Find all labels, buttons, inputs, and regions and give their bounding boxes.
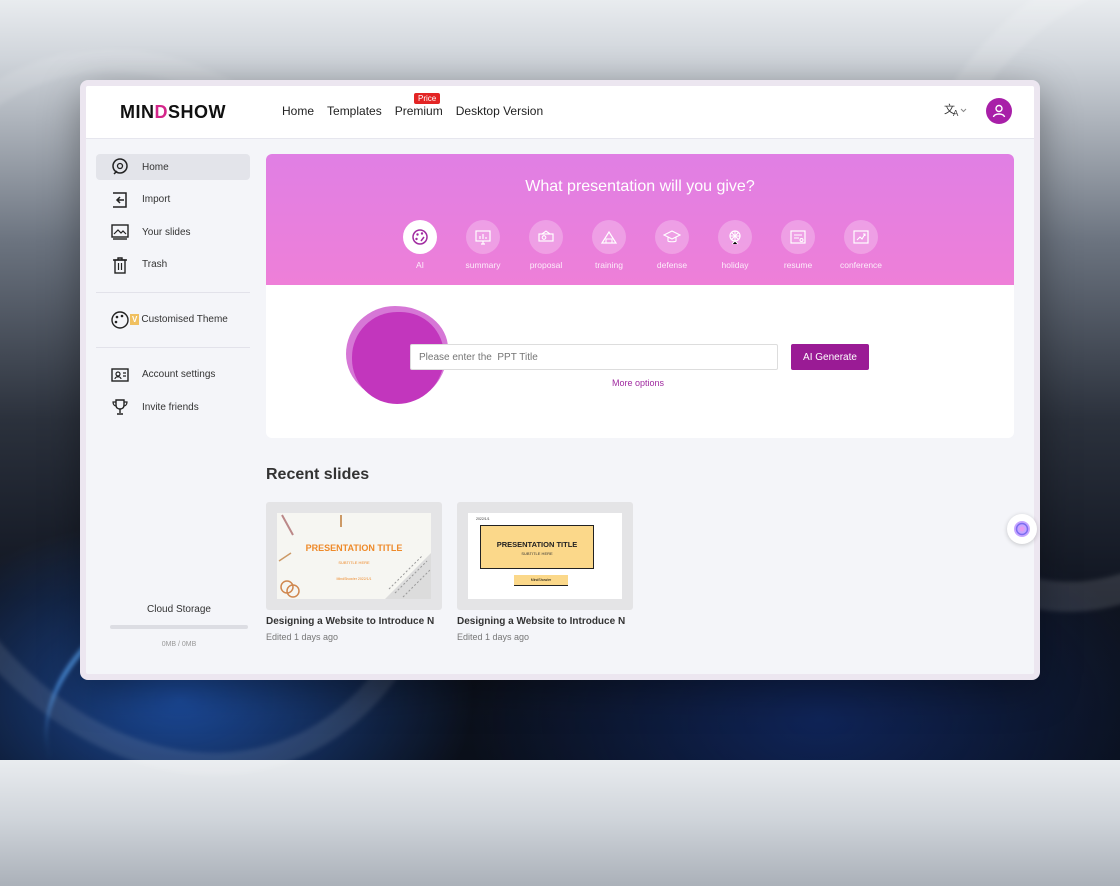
slide-name[interactable]: Designing a Website to Introduce N xyxy=(266,616,442,627)
sidebar-item-customised-theme[interactable]: V Customised Theme xyxy=(96,307,250,333)
category-training[interactable]: training xyxy=(591,220,627,270)
price-badge: Price xyxy=(414,93,441,104)
ppt-title-input[interactable] xyxy=(410,344,778,370)
hero-title: What presentation will you give? xyxy=(525,178,755,195)
sidebar-item-label: Account settings xyxy=(142,369,216,381)
sidebar-item-home[interactable]: Home xyxy=(96,154,250,180)
ai-generate-button[interactable]: AI Generate xyxy=(791,344,869,370)
assistant-button[interactable] xyxy=(1007,514,1037,544)
category-label: holiday xyxy=(721,260,749,270)
hero-banner: What presentation will you give? AI summ… xyxy=(266,154,1014,285)
slide-subtitle: SUBTITLE HERE xyxy=(521,551,553,556)
nav-premium[interactable]: Premium xyxy=(395,104,443,118)
sidebar-item-account-settings[interactable]: Account settings xyxy=(96,362,250,388)
recent-slides-title: Recent slides xyxy=(266,466,370,483)
sidebar-item-label: Your slides xyxy=(142,226,191,238)
logo-mark: D xyxy=(154,102,168,122)
slide-title: PRESENTATION TITLE xyxy=(305,543,403,553)
ai-generate-panel: What presentation will you give? AI summ… xyxy=(266,154,1014,438)
sidebar-item-label: Home xyxy=(142,161,169,173)
sidebar-item-import[interactable]: Import xyxy=(96,187,250,213)
category-holiday[interactable]: holiday xyxy=(717,220,753,270)
more-options-link[interactable]: More options xyxy=(612,378,664,388)
slide-footer: MindShow/er 2022/1/1 xyxy=(336,577,372,581)
training-icon xyxy=(600,230,618,244)
storage-progress-bar xyxy=(110,625,248,629)
summary-icon xyxy=(475,230,491,245)
nav-home[interactable]: Home xyxy=(282,104,314,118)
sidebar-item-label: Invite friends xyxy=(142,401,199,413)
sidebar-item-label: Trash xyxy=(142,259,168,271)
category-summary[interactable]: summary xyxy=(465,220,501,270)
graduation-cap-icon xyxy=(663,230,681,243)
sidebar-item-label: Customised Theme xyxy=(141,314,228,326)
slide-edited-time: Edited 1 days ago xyxy=(266,632,339,642)
app-window: MINDSHOW Home Templates Premium Desktop … xyxy=(80,80,1040,680)
slide-edited-time: Edited 1 days ago xyxy=(457,632,530,642)
slide-card[interactable]: 2022/1/1 PRESENTATION TITLE SUBTITLE HER… xyxy=(457,502,633,642)
slide-card[interactable]: PRESENTATION TITLE SUBTITLE HERE MindSho… xyxy=(266,502,442,642)
slide-tag: 2022/1/1 xyxy=(476,517,490,521)
category-label: conference xyxy=(839,260,883,270)
palette-icon xyxy=(110,310,130,330)
category-label: proposal xyxy=(529,260,563,270)
sidebar: Home Import Your slides Trash V Customis… xyxy=(96,154,250,674)
slide-thumbnail[interactable]: 2022/1/1 PRESENTATION TITLE SUBTITLE HER… xyxy=(457,502,633,610)
category-label: summary xyxy=(465,260,501,270)
translate-icon: 文 A xyxy=(944,102,967,118)
conference-icon xyxy=(853,230,869,244)
trash-icon xyxy=(110,255,130,275)
category-list: AI summary proposal training defense hol… xyxy=(402,220,882,270)
category-resume[interactable]: resume xyxy=(780,220,816,270)
category-proposal[interactable]: proposal xyxy=(528,220,564,270)
sidebar-item-label: Import xyxy=(142,194,171,206)
sidebar-item-your-slides[interactable]: Your slides xyxy=(96,219,250,245)
slides-icon xyxy=(110,222,130,242)
user-icon xyxy=(992,104,1006,118)
logo-text: SHOW xyxy=(168,102,226,122)
slide-preview: PRESENTATION TITLE SUBTITLE HERE MindSho… xyxy=(277,513,431,599)
sidebar-item-trash[interactable]: Trash xyxy=(96,252,250,278)
logo-text: MIN xyxy=(120,102,155,122)
slide-subtitle: SUBTITLE HERE xyxy=(338,560,370,565)
vip-badge: V xyxy=(130,314,140,326)
slide-title: PRESENTATION TITLE xyxy=(496,540,578,549)
svg-text:A: A xyxy=(953,109,959,117)
top-bar: MINDSHOW Home Templates Premium Desktop … xyxy=(86,86,1034,139)
ai-palette-icon xyxy=(412,229,428,245)
category-label: AI xyxy=(415,260,425,270)
nav-desktop-version[interactable]: Desktop Version xyxy=(456,104,543,118)
home-icon xyxy=(110,157,130,177)
category-defense[interactable]: defense xyxy=(654,220,690,270)
import-icon xyxy=(110,190,130,210)
storage-value: 0MB / 0MB xyxy=(161,641,197,648)
slide-decoration xyxy=(278,514,431,599)
main-nav: Home Templates Premium Desktop Version xyxy=(282,104,543,118)
category-label: defense xyxy=(656,260,688,270)
slide-thumbnail[interactable]: PRESENTATION TITLE SUBTITLE HERE MindSho… xyxy=(266,502,442,610)
trophy-icon xyxy=(110,397,130,417)
category-conference[interactable]: conference xyxy=(840,220,882,270)
sidebar-divider xyxy=(96,346,250,348)
slide-preview: 2022/1/1 PRESENTATION TITLE SUBTITLE HER… xyxy=(468,513,622,599)
holiday-icon xyxy=(729,230,741,245)
sidebar-item-invite-friends[interactable]: Invite friends xyxy=(96,394,250,420)
slide-footer: MindShow/er xyxy=(514,575,568,586)
user-avatar[interactable] xyxy=(986,98,1012,124)
category-label: resume xyxy=(783,260,813,270)
language-selector[interactable]: 文 A xyxy=(944,102,968,120)
proposal-icon xyxy=(538,230,554,242)
category-label: training xyxy=(595,260,623,270)
assistant-orb-icon xyxy=(1014,521,1030,537)
nav-templates[interactable]: Templates xyxy=(327,104,382,118)
account-icon xyxy=(110,365,130,385)
storage-label: Cloud Storage xyxy=(147,604,211,615)
cloud-storage: Cloud Storage 0MB / 0MB xyxy=(110,604,248,648)
resume-icon xyxy=(790,230,806,244)
slide-title-box: PRESENTATION TITLE SUBTITLE HERE xyxy=(480,525,594,569)
logo[interactable]: MINDSHOW xyxy=(120,102,226,123)
category-ai[interactable]: AI xyxy=(402,220,438,270)
sidebar-divider xyxy=(96,291,250,293)
slide-name[interactable]: Designing a Website to Introduce N xyxy=(457,616,633,627)
